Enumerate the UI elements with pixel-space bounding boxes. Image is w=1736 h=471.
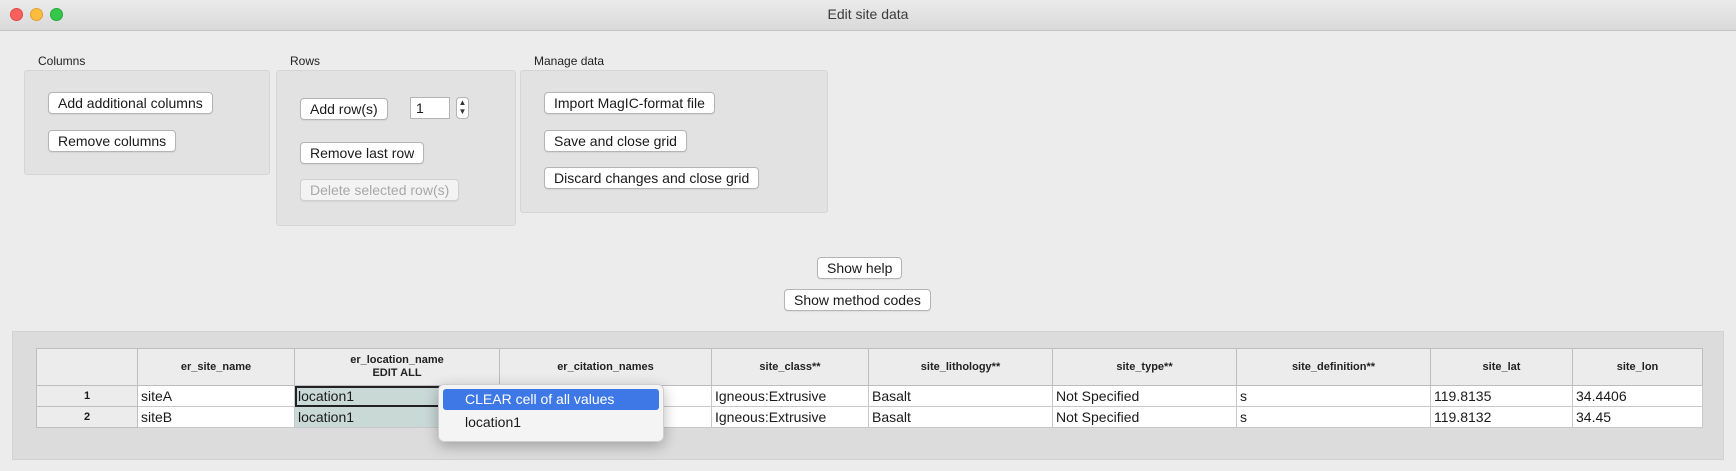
remove-columns-button[interactable]: Remove columns — [48, 130, 177, 152]
row-count-stepper[interactable]: ▲ ▼ — [456, 97, 469, 119]
grid-cell[interactable]: s — [1236, 385, 1431, 407]
window-title: Edit site data — [827, 6, 909, 22]
chevron-down-icon: ▼ — [458, 107, 467, 116]
column-header[interactable]: site_class** — [711, 348, 869, 386]
grid-cell[interactable]: siteA — [137, 385, 295, 407]
grid-cell[interactable]: Igneous:Extrusive — [711, 385, 869, 407]
grid-cell[interactable]: Not Specified — [1052, 406, 1237, 428]
edit-all-label: EDIT ALL — [372, 367, 422, 379]
corner-header[interactable] — [36, 348, 138, 386]
grid-cell[interactable]: Not Specified — [1052, 385, 1237, 407]
add-columns-button[interactable]: Add additional columns — [48, 92, 213, 114]
column-header-location[interactable]: er_location_name EDIT ALL — [294, 348, 500, 386]
title-bar: Edit site data — [0, 0, 1736, 31]
popup-item-clear[interactable]: CLEAR cell of all values — [443, 389, 659, 410]
column-header[interactable]: site_definition** — [1236, 348, 1431, 386]
column-header[interactable]: site_lithology** — [868, 348, 1053, 386]
row-label[interactable]: 2 — [36, 406, 138, 428]
column-header[interactable]: site_type** — [1052, 348, 1237, 386]
import-magic-file-button[interactable]: Import MagIC-format file — [544, 92, 715, 114]
grid-cell[interactable]: 119.8135 — [1430, 385, 1573, 407]
add-rows-button[interactable]: Add row(s) — [300, 98, 388, 120]
column-header[interactable]: er_citation_names — [499, 348, 712, 386]
columns-group-label: Columns — [38, 54, 86, 68]
grid-cell[interactable]: Igneous:Extrusive — [711, 406, 869, 428]
grid-cell[interactable]: Basalt — [868, 385, 1053, 407]
grid-header-row: er_site_name er_location_name EDIT ALL e… — [36, 348, 1703, 386]
table-row: 2 siteB location1 Igneous:Extrusive Basa… — [36, 406, 1703, 428]
grid-cell[interactable]: Basalt — [868, 406, 1053, 428]
grid-cell[interactable]: siteB — [137, 406, 295, 428]
rows-group-label: Rows — [290, 54, 321, 68]
table-row: 1 siteA location1 Igneous:Extrusive Basa… — [36, 385, 1703, 407]
grid-cell[interactable]: s — [1236, 406, 1431, 428]
manage-data-group-label: Manage data — [534, 54, 605, 68]
row-label[interactable]: 1 — [36, 385, 138, 407]
column-header[interactable]: site_lat — [1430, 348, 1573, 386]
remove-last-row-button[interactable]: Remove last row — [300, 142, 425, 164]
show-help-button[interactable]: Show help — [817, 257, 903, 279]
site-data-grid: er_site_name er_location_name EDIT ALL e… — [36, 348, 1703, 428]
popup-item-location[interactable]: location1 — [443, 412, 659, 433]
row-count-input[interactable]: 1 — [410, 97, 450, 119]
column-header[interactable]: site_lon — [1572, 348, 1703, 386]
column-header-label: er_location_name — [350, 354, 444, 366]
grid-cell[interactable]: 34.4406 — [1572, 385, 1703, 407]
discard-close-grid-button[interactable]: Discard changes and close grid — [544, 167, 760, 189]
grid-cell[interactable]: 34.45 — [1572, 406, 1703, 428]
columns-group — [24, 70, 270, 175]
grid-cell[interactable]: 119.8132 — [1430, 406, 1573, 428]
column-header[interactable]: er_site_name — [137, 348, 295, 386]
show-method-codes-button[interactable]: Show method codes — [784, 289, 931, 311]
delete-selected-rows-button[interactable]: Delete selected row(s) — [300, 179, 460, 201]
cell-popup-menu: CLEAR cell of all values location1 — [438, 384, 664, 442]
chevron-up-icon: ▲ — [458, 98, 467, 107]
save-close-grid-button[interactable]: Save and close grid — [544, 130, 687, 152]
